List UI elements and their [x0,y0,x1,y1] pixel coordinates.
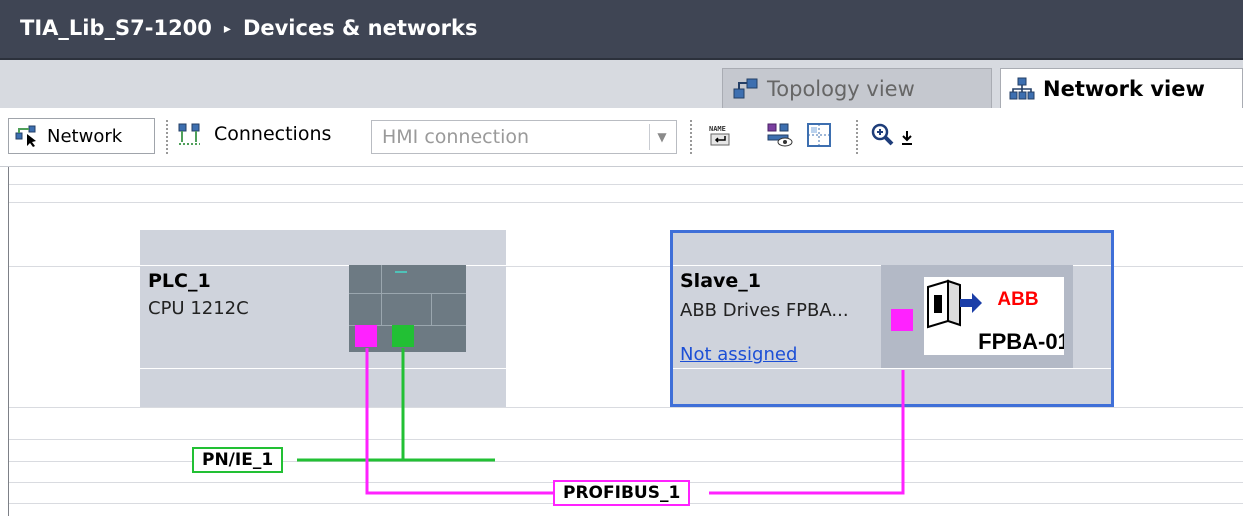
network-wires [297,348,905,495]
profibus-wire[interactable] [709,370,905,495]
profinet-wire[interactable] [297,348,495,462]
profibus-wire[interactable] [365,348,553,495]
profinet-network-label[interactable]: PN/IE_1 [192,447,284,473]
profibus-network-label[interactable]: PROFIBUS_1 [553,480,691,506]
